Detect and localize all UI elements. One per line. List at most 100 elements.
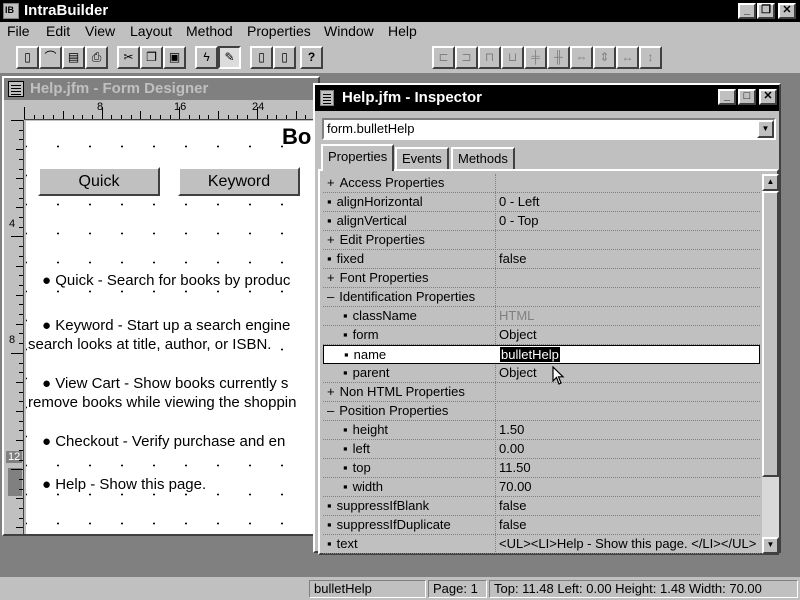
tab-events[interactable]: Events [395, 147, 449, 169]
tab-properties[interactable]: Properties [321, 144, 395, 171]
property-row[interactable]: ▪ height 1.50 [323, 421, 760, 440]
align-bottom-icon[interactable]: ⊔ [501, 46, 524, 69]
property-value[interactable]: 70.00 [499, 479, 532, 494]
maximize-icon[interactable]: □ [738, 89, 756, 105]
menu-help[interactable]: Help [388, 23, 417, 39]
bullet-keyword-line2[interactable]: search looks at title, author, or ISBN. [28, 336, 272, 353]
property-row[interactable]: ▪ suppressIfBlank false [323, 497, 760, 516]
property-row[interactable]: ▪ alignVertical 0 - Top [323, 212, 760, 231]
property-row[interactable]: – Position Properties [323, 402, 760, 421]
menu-layout[interactable]: Layout [130, 23, 172, 39]
property-value[interactable]: HTML [499, 308, 534, 323]
property-row[interactable]: – Identification Properties [323, 288, 760, 307]
property-value[interactable]: 0.00 [499, 441, 524, 456]
quick-button[interactable]: Quick [38, 167, 160, 196]
bullet-keyword[interactable]: ● Keyword - Start up a search engine [42, 317, 291, 334]
menu-edit[interactable]: Edit [46, 23, 70, 39]
expand-icon[interactable]: + [327, 175, 335, 190]
inspector-icon[interactable] [320, 90, 334, 106]
inspector-title-bar[interactable]: Help.jfm - Inspector _ □ ✕ [315, 85, 779, 111]
form-canvas[interactable]: Bo Quick Keyword ● Quick - Search for bo… [26, 121, 318, 534]
align-left-icon[interactable]: ⊏ [432, 46, 455, 69]
bullet-view-cart[interactable]: ● View Cart - Show books currently s [42, 375, 289, 392]
run-icon[interactable]: ϟ [195, 46, 218, 69]
menu-properties[interactable]: Properties [247, 23, 311, 39]
cut-icon[interactable]: ✂ [117, 46, 140, 69]
align-right-icon[interactable]: ⊐ [455, 46, 478, 69]
new-icon[interactable]: ▯ [16, 46, 39, 69]
object-selector[interactable]: form.bulletHelp ▼ [322, 118, 776, 140]
scroll-up-icon[interactable]: ▲ [762, 174, 779, 191]
new-report-icon[interactable]: ▯ [273, 46, 296, 69]
bullet-checkout[interactable]: ● Checkout - Verify purchase and en [42, 433, 286, 450]
property-value[interactable]: 1.50 [499, 422, 524, 437]
chevron-down-icon[interactable]: ▼ [757, 120, 774, 138]
app-icon[interactable] [3, 3, 19, 19]
space-v-icon[interactable]: ⇕ [593, 46, 616, 69]
property-row[interactable]: ▪ className HTML [323, 307, 760, 326]
property-row[interactable]: ▪ fixed false [323, 250, 760, 269]
menu-file[interactable]: File [7, 23, 30, 39]
property-row[interactable]: ▪ suppressIfDuplicate false [323, 516, 760, 535]
property-value[interactable]: Object [499, 327, 537, 342]
new-form-icon[interactable]: ▯ [250, 46, 273, 69]
bullet-view-cart-line2[interactable]: remove books while viewing the shoppin [28, 394, 297, 411]
property-row[interactable]: + Edit Properties [323, 231, 760, 250]
keyword-button[interactable]: Keyword [178, 167, 300, 196]
property-row[interactable]: ▪ name bulletHelp [323, 345, 760, 364]
property-row[interactable]: ▪ alignHorizontal 0 - Left [323, 193, 760, 212]
design-icon[interactable]: ✎ [218, 46, 241, 69]
form-designer-icon[interactable] [8, 81, 24, 97]
property-value[interactable]: Object [499, 365, 537, 380]
tab-methods[interactable]: Methods [451, 147, 515, 169]
menu-window[interactable]: Window [324, 23, 374, 39]
close-icon[interactable]: ✕ [778, 3, 796, 19]
collapse-icon[interactable]: – [327, 289, 334, 304]
property-row[interactable]: ▪ form Object [323, 326, 760, 345]
menu-method[interactable]: Method [186, 23, 233, 39]
scroll-thumb[interactable] [762, 191, 779, 477]
space-h-icon[interactable]: ⇔ [570, 46, 593, 69]
property-row[interactable]: ▪ text <UL><LI>Help - Show this page. </LI… [323, 535, 760, 554]
scroll-down-icon[interactable]: ▼ [762, 537, 779, 554]
align-center-h-icon[interactable]: ╪ [524, 46, 547, 69]
save-icon[interactable]: ▤ [62, 46, 85, 69]
align-center-v-icon[interactable]: ╫ [547, 46, 570, 69]
menu-view[interactable]: View [85, 23, 115, 39]
collapse-icon[interactable]: – [327, 403, 334, 418]
property-row[interactable]: + Non HTML Properties [323, 383, 760, 402]
property-row[interactable]: ▪ width 70.00 [323, 478, 760, 497]
property-row[interactable]: + Font Properties [323, 269, 760, 288]
property-value[interactable]: false [499, 498, 526, 513]
minimize-icon[interactable]: _ [738, 3, 756, 19]
copy-icon[interactable]: ❐ [140, 46, 163, 69]
expand-icon[interactable]: + [327, 384, 335, 399]
bullet-quick[interactable]: ● Quick - Search for books by produc [42, 272, 291, 289]
expand-icon[interactable]: + [327, 232, 335, 247]
expand-icon[interactable]: + [327, 270, 335, 285]
open-icon[interactable]: ⌒ [39, 46, 62, 69]
property-value[interactable]: 0 - Top [499, 213, 539, 228]
form-designer-title-bar[interactable]: Help.jfm - Form Designer [4, 78, 318, 100]
bullet-help[interactable]: ● Help - Show this page. [42, 476, 207, 493]
property-row[interactable]: + Access Properties [323, 174, 760, 193]
property-value[interactable]: 11.50 [499, 460, 531, 475]
minimize-icon[interactable]: _ [718, 89, 736, 105]
vertical-scrollbar[interactable]: ▲ ▼ [762, 174, 779, 554]
form-heading[interactable]: Bo [282, 124, 311, 150]
property-row[interactable]: ▪ top 11.50 [323, 459, 760, 478]
paste-icon[interactable]: ▣ [163, 46, 186, 69]
help-icon[interactable]: ? [300, 46, 323, 69]
same-width-icon[interactable]: ↔ [616, 46, 639, 69]
property-value-editor[interactable]: bulletHelp [500, 347, 560, 362]
property-row[interactable]: ▪ parent Object [323, 364, 760, 383]
property-row[interactable]: ▪ left 0.00 [323, 440, 760, 459]
property-value[interactable]: false [499, 517, 526, 532]
same-height-icon[interactable]: ↕ [639, 46, 662, 69]
property-value[interactable]: 0 - Left [499, 194, 539, 209]
restore-icon[interactable]: ❐ [757, 3, 775, 19]
print-icon[interactable]: ⎙ [85, 46, 108, 69]
property-value[interactable]: <UL><LI>Help - Show this page. </LI></UL… [499, 536, 756, 551]
property-value[interactable]: false [499, 251, 526, 266]
align-top-icon[interactable]: ⊓ [478, 46, 501, 69]
